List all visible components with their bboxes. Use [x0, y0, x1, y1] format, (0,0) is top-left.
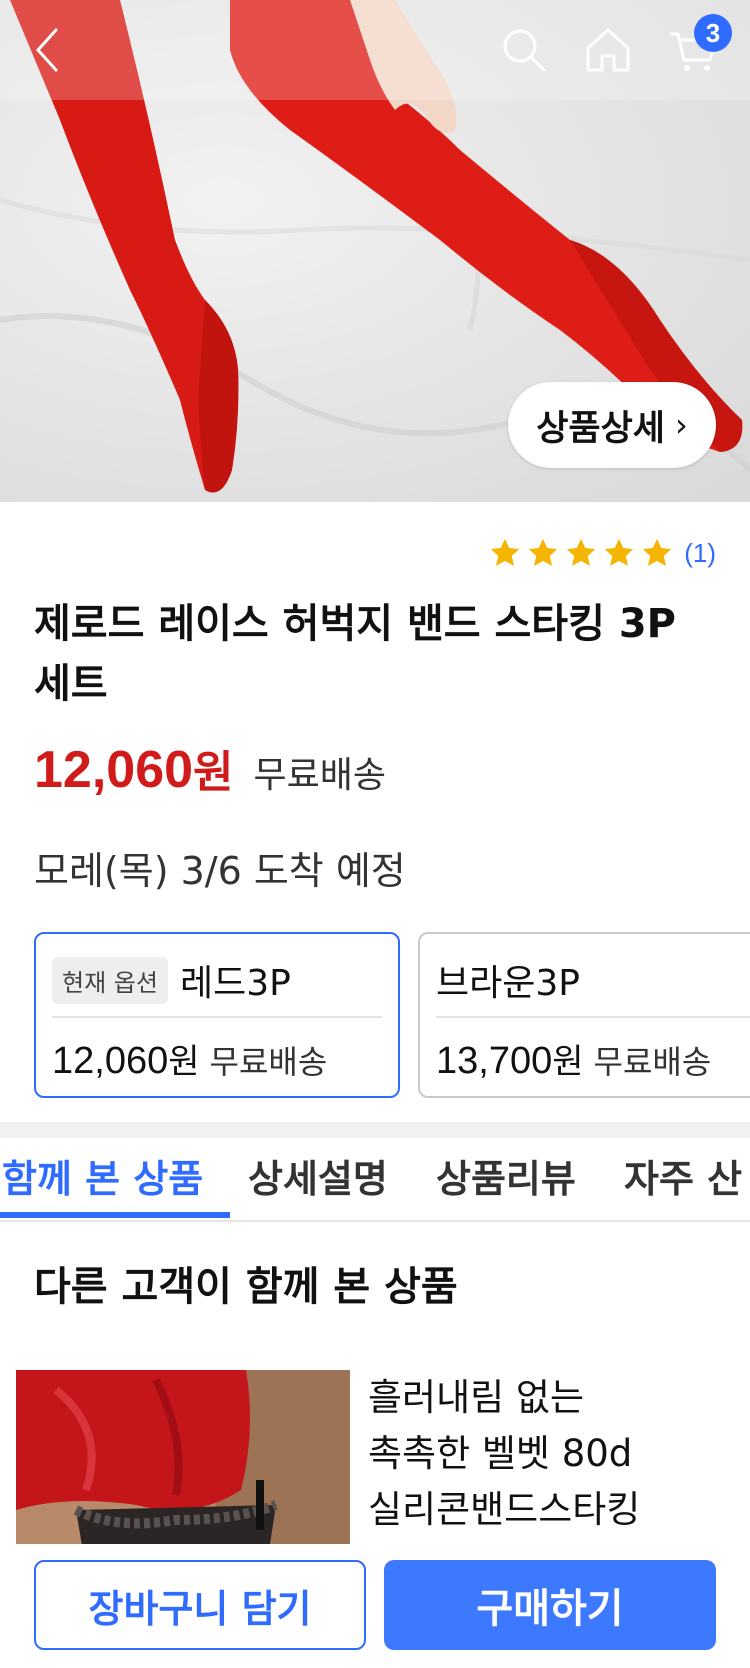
option-name: 레드3P [179, 963, 291, 1004]
option-price-value: 13,700 [436, 1040, 553, 1082]
add-to-cart-button[interactable]: 장바구니 담기 [34, 1560, 366, 1650]
star-icon [643, 538, 672, 566]
search-icon[interactable] [494, 20, 554, 80]
price-value: 12,060 [34, 741, 194, 799]
buy-now-button[interactable]: 구매하기 [384, 1560, 716, 1650]
option-divider [52, 1016, 382, 1018]
product-title-line2: 세트 [34, 661, 108, 707]
bottom-action-bar: 장바구니 담기 구매하기 [0, 1544, 750, 1668]
option-shipping: 무료배송 [209, 1043, 328, 1081]
product-tabs: 함께 본 상품 상세설명 상품리뷰 자주 산 [0, 1138, 750, 1222]
tab-viewed-together[interactable]: 함께 본 상품 [2, 1148, 203, 1203]
section-divider [0, 1122, 750, 1138]
product-title: 제로드 레이스 허벅지 밴드 스타킹 3P 세트 [34, 594, 724, 714]
recommended-product-title[interactable]: 흘러내림 없는 촉촉한 벨벳 80d 실리콘밴드스타킹 [368, 1370, 728, 1538]
option-price: 12,060원 [52, 1034, 200, 1083]
active-tab-indicator [0, 1212, 230, 1218]
recommended-product-thumbnail[interactable] [16, 1370, 350, 1570]
tab-description[interactable]: 상세설명 [248, 1148, 388, 1203]
tab-frequently-bought[interactable]: 자주 산 [624, 1148, 742, 1203]
chevron-right-icon: › [675, 406, 688, 444]
home-icon[interactable] [578, 20, 638, 80]
rating-stars[interactable]: (1) [484, 536, 716, 570]
product-hero-image[interactable]: 3 상품상세 › [0, 0, 750, 502]
product-detail-label: 상품상세 [536, 408, 665, 449]
section-title: 다른 고객이 함께 본 상품 [34, 1264, 458, 1310]
top-navigation-bar: 3 [0, 0, 750, 100]
star-icon [567, 538, 596, 566]
tab-reviews[interactable]: 상품리뷰 [436, 1148, 576, 1203]
option-card-brown[interactable]: 브라운3P 13,700원 무료배송 [418, 932, 750, 1098]
option-price-value: 12,060 [52, 1040, 169, 1082]
price-currency: 원 [193, 747, 234, 798]
option-price-currency: 원 [552, 1042, 584, 1082]
price-row: 12,060원 무료배송 [34, 736, 386, 800]
rating-count[interactable]: (1) [684, 538, 716, 569]
option-name: 브라운3P [436, 963, 580, 1004]
delivery-estimate: 모레(목) 3/6 도착 예정 [34, 849, 406, 893]
option-divider [436, 1016, 750, 1018]
cart-count-badge: 3 [694, 14, 732, 52]
option-price-currency: 원 [168, 1042, 200, 1082]
shipping-label: 무료배송 [253, 755, 387, 796]
star-icon [529, 538, 558, 566]
option-card-red[interactable]: 현재 옵션 레드3P 12,060원 무료배송 [34, 932, 400, 1098]
back-arrow-icon[interactable] [18, 20, 78, 80]
option-shipping: 무료배송 [593, 1043, 712, 1081]
star-icon [605, 538, 634, 566]
star-icon [491, 538, 520, 566]
product-detail-button[interactable]: 상품상세 › [508, 382, 716, 468]
product-price: 12,060원 [34, 736, 234, 800]
product-title-line1: 제로드 레이스 허벅지 밴드 스타킹 3P [34, 601, 676, 647]
option-price: 13,700원 [436, 1034, 584, 1083]
thumbnail-image [16, 1370, 350, 1570]
current-option-tag: 현재 옵션 [52, 956, 168, 1004]
